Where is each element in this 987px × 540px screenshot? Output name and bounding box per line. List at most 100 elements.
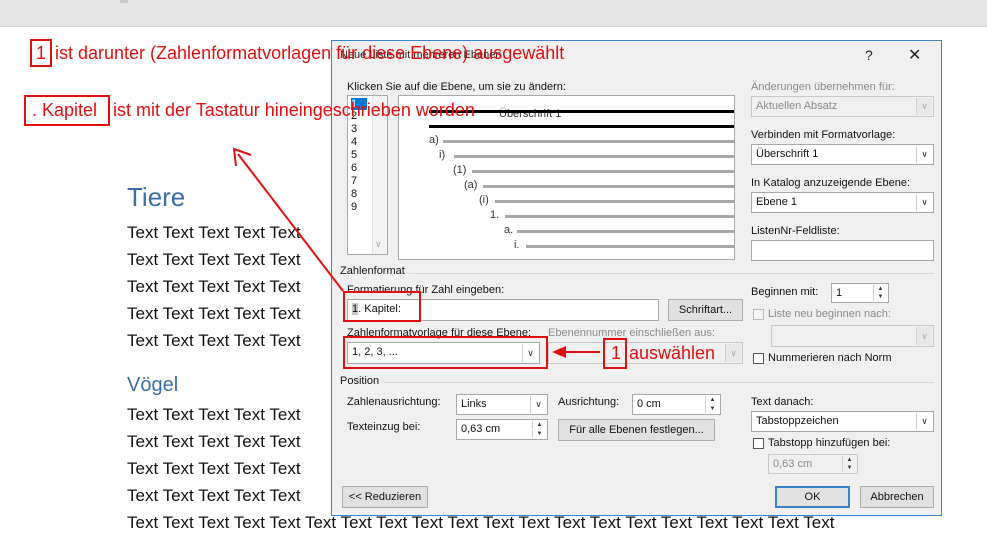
ok-button[interactable]: OK	[775, 486, 850, 508]
annotation-text: ist darunter (Zahlenformatvorlagen für d…	[55, 43, 565, 63]
title-bar-mark	[120, 0, 128, 3]
spin-down-icon[interactable]: ▼	[532, 430, 546, 438]
start-at-label: Beginnen mit:	[751, 286, 819, 298]
chevron-down-icon[interactable]: ∨	[916, 194, 932, 211]
annotation-word: . Kapitel	[32, 100, 98, 120]
chevron-down-icon[interactable]: ∨	[916, 146, 932, 163]
level-item[interactable]: 5	[351, 149, 367, 161]
level-item[interactable]: 3	[351, 123, 367, 135]
alignment-combo[interactable]: Links ∨	[456, 394, 548, 415]
chevron-down-icon: ∨	[916, 327, 932, 345]
aligned-at-label: Ausrichtung:	[558, 396, 620, 408]
number-format-group-label: Zahlenformat	[340, 265, 409, 277]
add-tab-value: 0,63 cm	[773, 458, 813, 470]
restart-combo: ∨	[771, 325, 934, 347]
preview-line	[454, 155, 734, 158]
doc-line[interactable]: Text Text Text Text Text	[127, 331, 301, 351]
level-item[interactable]: 7	[351, 175, 367, 187]
click-level-label: Klicken Sie auf die Ebene, um sie zu änd…	[347, 81, 566, 93]
listnum-field[interactable]	[751, 240, 934, 261]
spin-up-icon[interactable]: ▲	[532, 421, 546, 429]
group-divider	[340, 382, 934, 383]
aligned-at-value: 0 cm	[637, 398, 661, 410]
add-tab-spinner: 0,63 cm ▲ ▼	[768, 454, 858, 474]
doc-line[interactable]: Text Text Text Text Text	[127, 459, 301, 479]
spin-down-icon[interactable]: ▼	[873, 293, 887, 301]
link-style-value: Überschrift 1	[756, 148, 819, 160]
annotation-number: 1	[611, 343, 622, 363]
spin-down-icon: ▼	[842, 464, 856, 472]
legal-label: Nummerieren nach Norm	[768, 352, 892, 364]
level-item[interactable]: 4	[351, 136, 367, 148]
doc-line[interactable]: Text Text Text Text Text	[127, 250, 301, 270]
gallery-level-value: Ebene 1	[756, 196, 797, 208]
annotation-number: 1	[36, 43, 47, 63]
set-all-levels-button[interactable]: Für alle Ebenen festlegen...	[558, 419, 715, 441]
preview-line	[472, 170, 734, 173]
close-icon[interactable]: ✕	[908, 45, 921, 65]
cancel-button[interactable]: Abbrechen	[860, 486, 934, 508]
indent-spinner[interactable]: 0,63 cm ▲ ▼	[456, 419, 548, 440]
follow-combo[interactable]: Tabstoppzeichen ∨	[751, 411, 934, 432]
doc-line[interactable]: Text Text Text Text Text	[127, 223, 301, 243]
preview-line	[517, 230, 734, 233]
indent-value: 0,63 cm	[461, 423, 501, 435]
preview-label: (a)	[464, 179, 478, 191]
preview-label: a)	[429, 134, 439, 146]
level-item[interactable]: 8	[351, 188, 367, 200]
preview-line	[429, 125, 734, 128]
preview-line	[526, 245, 734, 248]
chevron-down-icon[interactable]: ∨	[530, 396, 546, 413]
spin-down-icon[interactable]: ▼	[705, 405, 719, 413]
preview-label: i.	[514, 239, 520, 251]
doc-line[interactable]: Text Text Text Text Text	[127, 405, 301, 425]
aligned-at-spinner[interactable]: 0 cm ▲ ▼	[632, 394, 721, 415]
start-at-spinner[interactable]: 1 ▲ ▼	[831, 283, 889, 303]
preview-label: i)	[439, 149, 446, 161]
apply-to-label: Änderungen übernehmen für:	[751, 81, 895, 93]
level-item[interactable]: 9	[351, 201, 367, 213]
start-at-value: 1	[836, 287, 843, 299]
indent-label: Texteinzug bei:	[347, 421, 421, 433]
help-icon[interactable]: ?	[865, 47, 873, 63]
preview-line	[429, 110, 734, 113]
preview-line	[495, 200, 734, 203]
gallery-level-label: In Katalog anzuzeigende Ebene:	[751, 177, 911, 189]
chevron-down-icon[interactable]: ∨	[916, 413, 932, 430]
doc-line[interactable]: Text Text Text Text Text	[127, 486, 301, 506]
doc-line[interactable]: Text Text Text Text Text	[127, 304, 301, 324]
apply-to-value: Aktuellen Absatz	[756, 100, 838, 112]
include-level-label: Ebenennummer einschließen aus:	[548, 327, 715, 339]
alignment-label: Zahlenausrichtung:	[347, 396, 441, 408]
font-button[interactable]: Schriftart...	[668, 299, 743, 321]
heading-voegel[interactable]: Vögel	[127, 374, 178, 397]
gallery-level-combo[interactable]: Ebene 1 ∨	[751, 192, 934, 213]
chevron-down-icon: ∨	[725, 344, 741, 362]
preview-label: a.	[504, 224, 514, 236]
level-item[interactable]: 6	[351, 162, 367, 174]
legal-checkbox[interactable]	[753, 353, 764, 364]
annotation-text: ist mit der Tastatur hineingeschrieben w…	[113, 100, 475, 120]
follow-value: Tabstoppzeichen	[756, 415, 839, 427]
spin-up-icon[interactable]: ▲	[705, 396, 719, 404]
annotation-arrowhead	[232, 147, 252, 167]
alignment-value: Links	[461, 398, 487, 410]
link-style-combo[interactable]: Überschrift 1 ∨	[751, 144, 934, 165]
annotation-box	[343, 336, 548, 369]
doc-line[interactable]: Text Text Text Text Text	[127, 277, 301, 297]
follow-label: Text danach:	[751, 396, 814, 408]
apply-to-combo: Aktuellen Absatz ∨	[751, 96, 934, 117]
add-tab-label: Tabstopp hinzufügen bei:	[768, 437, 891, 449]
doc-line-last[interactable]: Text Text Text Text Text Text Text Text …	[127, 513, 834, 533]
preview-label: 1.	[490, 209, 500, 221]
spin-up-icon[interactable]: ▲	[873, 285, 887, 293]
preview-line	[505, 215, 734, 218]
doc-line[interactable]: Text Text Text Text Text	[127, 432, 301, 452]
add-tab-checkbox[interactable]	[753, 438, 764, 449]
group-divider	[340, 273, 934, 274]
position-group-label: Position	[340, 375, 384, 387]
preview-line	[443, 140, 734, 143]
heading-tiere[interactable]: Tiere	[127, 182, 185, 213]
less-button[interactable]: << Reduzieren	[342, 486, 428, 508]
preview-label: (1)	[453, 164, 467, 176]
